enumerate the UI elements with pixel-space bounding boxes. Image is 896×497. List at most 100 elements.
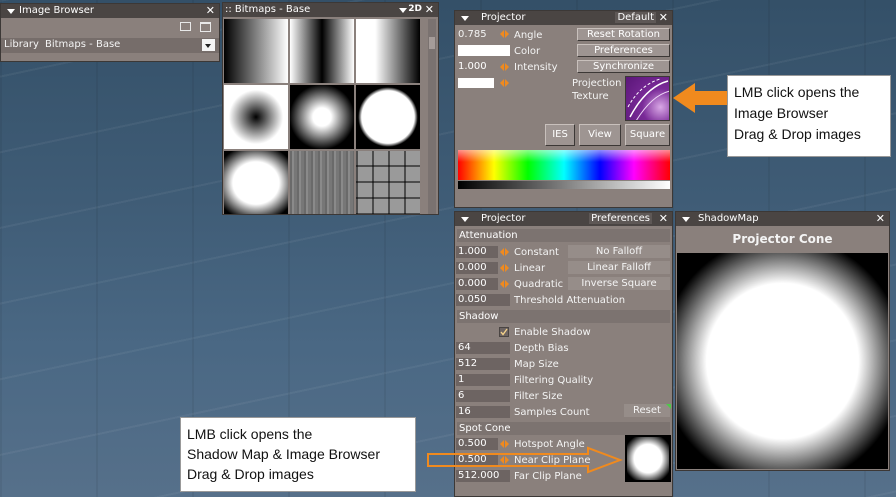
close-icon[interactable]: ✕ [425, 3, 434, 16]
view-button[interactable]: View [579, 124, 621, 146]
projector2-title: Projector [481, 213, 526, 224]
constant-label: Constant [514, 247, 559, 258]
collapse-arrow-icon[interactable] [461, 16, 469, 21]
bitmap-thumbnail[interactable] [290, 19, 354, 83]
close-icon[interactable]: ✕ [659, 212, 668, 225]
intensity-field[interactable]: 1.000 [456, 61, 498, 73]
scrollbar[interactable] [428, 19, 436, 214]
reset-rotation-button[interactable]: Reset Rotation [577, 28, 670, 41]
bitmaps-titlebar[interactable]: :: Bitmaps - Base 2D ✕ [223, 3, 438, 17]
bitmap-thumbnail[interactable] [290, 151, 354, 214]
image-browser-title: Image Browser [19, 5, 95, 16]
secondary-stepper-icon[interactable] [500, 78, 509, 89]
projector-title: Projector [481, 12, 526, 23]
threshold-field[interactable]: 0.050 [456, 294, 510, 306]
filter-size-label: Filter Size [514, 391, 563, 402]
brightness-gradient-bar[interactable] [458, 181, 670, 189]
arrow-outline-icon [427, 446, 623, 474]
shadowmap-title: ShadowMap [698, 213, 759, 224]
projector-titlebar[interactable]: Projector Default ✕ [455, 11, 672, 25]
view-mode-badge[interactable]: 2D [408, 4, 422, 14]
image-browser-toolbar [1, 18, 219, 38]
callout-line: Drag & Drop images [187, 466, 314, 482]
shadowmap-image[interactable] [677, 253, 888, 469]
depth-bias-field[interactable]: 64 [456, 342, 510, 354]
bitmaps-title: :: Bitmaps - Base [225, 4, 311, 15]
collapse-arrow-icon[interactable] [7, 9, 15, 14]
preferences-button[interactable]: Preferences [577, 44, 670, 57]
shadowmap-heading: Projector Cone [732, 232, 833, 246]
no-falloff-button[interactable]: No Falloff [568, 245, 670, 258]
secondary-color-swatch[interactable] [458, 78, 494, 88]
bitmap-thumbnail[interactable] [224, 19, 288, 83]
map-size-field[interactable]: 512 [456, 358, 510, 370]
square-button[interactable]: Square [625, 124, 670, 146]
threshold-label: Threshold Attenuation [514, 295, 626, 306]
samples-count-label: Samples Count [514, 407, 590, 418]
bitmap-thumbnail[interactable] [356, 85, 420, 149]
shadowmap-titlebar[interactable]: ShadowMap ✕ [676, 212, 889, 226]
filtering-quality-field[interactable]: 1 [456, 374, 510, 386]
spot-cone-section-header[interactable]: Spot Cone [457, 422, 670, 435]
projection-texture-thumbnail[interactable] [625, 76, 670, 121]
angle-value[interactable]: 0.785 [458, 29, 487, 40]
intensity-stepper-icon[interactable] [500, 62, 509, 73]
maximize-icon[interactable] [200, 22, 211, 32]
angle-stepper-icon[interactable] [500, 29, 509, 40]
projector2-titlebar[interactable]: Projector Preferences ✕ [455, 212, 672, 226]
color-spectrum-picker[interactable] [458, 150, 670, 180]
shadow-section-header[interactable]: Shadow [457, 310, 670, 323]
intensity-label: Intensity [514, 62, 558, 73]
shadow-map-thumbnail[interactable] [625, 435, 671, 482]
enable-shadow-label: Enable Shadow [514, 327, 591, 338]
projector-panel: Projector Default ✕ 0.785 Angle Color 1.… [454, 10, 673, 208]
library-label: Library [4, 39, 39, 50]
color-label: Color [514, 46, 541, 57]
collapse-arrow-icon[interactable] [682, 217, 690, 222]
corner-marker-icon [666, 404, 671, 409]
library-row: Library Bitmaps - Base [1, 38, 219, 53]
map-size-label: Map Size [514, 359, 559, 370]
window-icon[interactable] [180, 22, 191, 31]
close-icon[interactable]: ✕ [659, 11, 668, 24]
samples-count-field[interactable]: 16 [456, 406, 510, 418]
image-browser-titlebar[interactable]: Image Browser ✕ [1, 4, 219, 18]
inverse-square-button[interactable]: Inverse Square [568, 277, 670, 290]
attenuation-section-header[interactable]: Attenuation [457, 229, 670, 242]
synchronize-button[interactable]: Synchronize [577, 60, 670, 73]
quadratic-field[interactable]: 0.000 [456, 278, 498, 290]
quadratic-stepper-icon[interactable] [500, 279, 509, 290]
constant-field[interactable]: 1.000 [456, 246, 498, 258]
callout-line: LMB click opens the [734, 84, 860, 100]
library-dropdown-button[interactable] [202, 39, 215, 51]
bitmap-thumbnail[interactable] [290, 85, 354, 149]
library-select-value[interactable]: Bitmaps - Base [45, 39, 120, 50]
preferences-tab[interactable]: Preferences [589, 213, 652, 224]
angle-label: Angle [514, 30, 543, 41]
bitmap-thumbnail[interactable] [224, 85, 288, 149]
arrow-pointer-icon [673, 83, 727, 113]
collapse-arrow-icon[interactable] [399, 8, 407, 13]
linear-stepper-icon[interactable] [500, 263, 509, 274]
callout-line: Drag & Drop images [734, 126, 861, 142]
depth-bias-label: Depth Bias [514, 343, 569, 354]
reset-button[interactable]: Reset [624, 404, 670, 417]
scrollbar-thumb[interactable] [429, 37, 435, 49]
color-swatch[interactable] [458, 45, 510, 56]
bitmap-thumbnail[interactable] [224, 151, 288, 214]
linear-falloff-button[interactable]: Linear Falloff [568, 261, 670, 274]
filter-size-field[interactable]: 6 [456, 390, 510, 402]
filtering-quality-label: Filtering Quality [514, 375, 594, 386]
close-icon[interactable]: ✕ [206, 4, 215, 17]
projection-texture-label: Projection [572, 78, 622, 89]
collapse-arrow-icon[interactable] [461, 217, 469, 222]
callout-image-browser: LMB click opens the Image Browser Drag &… [727, 75, 891, 157]
linear-field[interactable]: 0.000 [456, 262, 498, 274]
enable-shadow-checkbox[interactable] [499, 327, 509, 337]
preset-select[interactable]: Default [615, 12, 656, 23]
constant-stepper-icon[interactable] [500, 247, 509, 258]
close-icon[interactable]: ✕ [876, 212, 885, 225]
bitmap-thumbnail[interactable] [356, 19, 420, 83]
bitmap-thumbnail[interactable] [356, 151, 420, 214]
ies-button[interactable]: IES [545, 124, 575, 146]
